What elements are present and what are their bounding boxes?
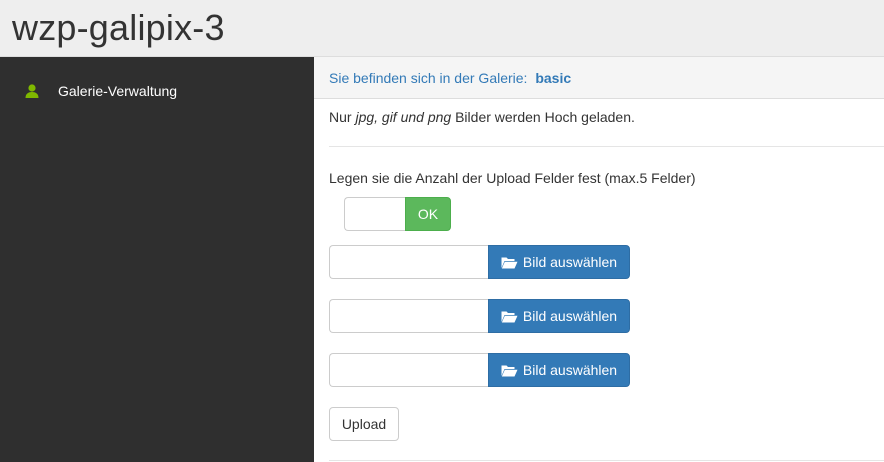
file-path-input[interactable] [329, 353, 488, 387]
breadcrumb-text: Sie befinden sich in der Galerie: basic [329, 70, 571, 86]
select-image-button[interactable]: Bild auswählen [488, 245, 630, 279]
file-field-row: Bild auswählen [329, 353, 630, 387]
select-image-label: Bild auswählen [522, 308, 618, 324]
select-image-label: Bild auswählen [522, 362, 618, 378]
main-content: Sie befinden sich in der Galerie: basic … [314, 57, 884, 462]
gallery-name: basic [535, 70, 572, 86]
file-path-input[interactable] [329, 299, 488, 333]
select-image-button[interactable]: Bild auswählen [488, 299, 630, 333]
file-field-row: Bild auswählen [329, 245, 630, 279]
breadcrumb: Sie befinden sich in der Galerie: basic [314, 57, 884, 99]
folder-open-icon [501, 310, 518, 323]
divider [329, 146, 884, 147]
breadcrumb-prefix: Sie befinden sich in der Galerie: [329, 70, 528, 86]
info-prefix: Nur [329, 109, 352, 125]
upload-info-text: Nur jpg, gif und png Bilder werden Hoch … [329, 109, 635, 125]
select-image-label: Bild auswählen [522, 254, 618, 270]
info-suffix: Bilder werden Hoch geladen. [455, 109, 635, 125]
user-icon [24, 83, 40, 99]
file-field-row: Bild auswählen [329, 299, 630, 333]
sidebar: Galerie-Verwaltung [0, 57, 314, 462]
app-title: wzp-galipix-3 [12, 7, 225, 48]
upload-count-group: OK [344, 197, 451, 231]
divider [329, 460, 884, 461]
sidebar-item-label: Galerie-Verwaltung [58, 83, 178, 99]
select-image-button[interactable]: Bild auswählen [488, 353, 630, 387]
folder-open-icon [501, 364, 518, 377]
upload-button[interactable]: Upload [329, 407, 399, 441]
info-formats: jpg, gif und png [355, 109, 452, 125]
app-header: wzp-galipix-3 [0, 0, 884, 57]
upload-count-input[interactable] [344, 197, 405, 231]
file-path-input[interactable] [329, 245, 488, 279]
sidebar-item-galerie-verwaltung[interactable]: Galerie-Verwaltung [24, 81, 177, 101]
upload-count-label: Legen sie die Anzahl der Upload Felder f… [329, 170, 696, 186]
ok-button[interactable]: OK [405, 197, 451, 231]
folder-open-icon [501, 256, 518, 269]
